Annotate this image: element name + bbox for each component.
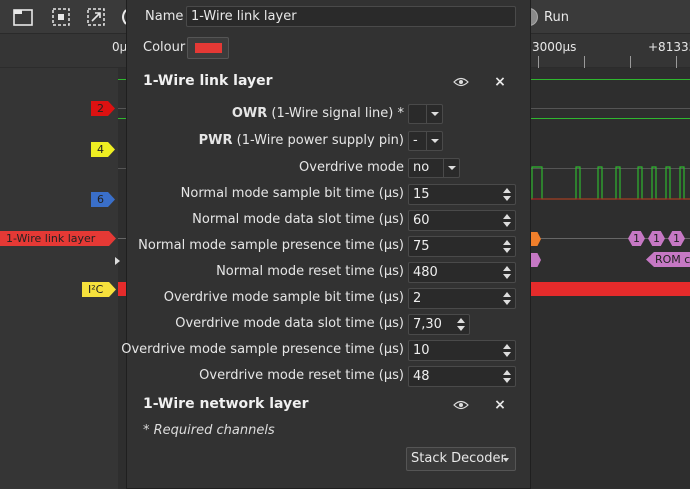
- eye-icon[interactable]: [453, 400, 469, 410]
- colour-swatch: [195, 43, 222, 53]
- close-icon[interactable]: ×: [494, 75, 506, 89]
- signal-label-1-wire-link-layer[interactable]: 1-Wire link layer: [0, 231, 116, 246]
- signal-label-i2c[interactable]: I²C: [82, 282, 116, 297]
- signal-label-2[interactable]: 2: [91, 101, 115, 116]
- overdrive-mode-select[interactable]: no: [408, 158, 460, 178]
- normal-data-slot-time-spinbox[interactable]: 60: [408, 210, 516, 231]
- field-label: Normal mode reset time (µs): [216, 264, 404, 279]
- overdrive-mode-label: Overdrive mode: [299, 160, 404, 175]
- chevron-down-icon: [503, 458, 509, 462]
- normal-reset-time-spinbox[interactable]: 480: [408, 262, 516, 283]
- ruler-tick: [584, 56, 585, 68]
- field-label: Normal mode sample presence time (µs): [138, 238, 404, 253]
- overdrive-data-slot-time-spinbox[interactable]: 7,30: [408, 314, 470, 335]
- link-layer-title: 1-Wire link layer: [143, 73, 273, 89]
- eye-icon[interactable]: [453, 77, 469, 87]
- signal-label-4[interactable]: 4: [91, 142, 115, 157]
- field-label: Normal mode data slot time (µs): [192, 212, 404, 227]
- name-input[interactable]: 1-Wire link layer: [186, 6, 516, 27]
- colour-button[interactable]: [187, 37, 229, 59]
- overdrive-sample-bit-time-spinbox[interactable]: 2: [408, 288, 516, 309]
- owr-row: OWR (1-Wire signal line) *: [127, 106, 530, 124]
- pwr-row: PWR (1-Wire power supply pin): [127, 133, 530, 151]
- decoder-settings-popup: Name 1-Wire link layer Colour 1-Wire lin…: [121, 0, 531, 489]
- overdrive-sample-presence-time-spinbox[interactable]: 10: [408, 340, 516, 361]
- signal-panel: 2 4 6 1-Wire link layer I²C: [0, 68, 120, 489]
- pwr-channel-select[interactable]: -: [408, 131, 443, 151]
- field-label: Normal mode sample bit time (µs): [180, 186, 404, 201]
- ruler-tick: [538, 56, 539, 68]
- bit-marker: 1: [648, 231, 665, 246]
- normal-sample-bit-time-spinbox[interactable]: 15: [408, 184, 516, 205]
- open-file-icon[interactable]: [12, 6, 34, 28]
- stack-decoder-button[interactable]: Stack Decoder: [406, 447, 516, 471]
- field-label: Overdrive mode reset time (µs): [199, 368, 404, 383]
- ruler-mid-label: 3000µs: [532, 40, 577, 54]
- required-channels-note: * Required channels: [143, 423, 275, 438]
- ruler-left-label: 0µ: [112, 40, 128, 54]
- ruler-tick: [630, 56, 631, 68]
- bit-marker: 1: [628, 231, 645, 246]
- bit-marker: 1: [668, 231, 685, 246]
- colour-label: Colour: [143, 40, 186, 55]
- expand-arrow-icon[interactable]: [115, 257, 120, 265]
- network-layer-title: 1-Wire network layer: [143, 396, 309, 412]
- owr-channel-select[interactable]: [408, 104, 443, 124]
- owr-label: OWR (1-Wire signal line) *: [231, 106, 404, 121]
- field-label: Overdrive mode sample presence time (µs): [121, 342, 404, 357]
- run-label: Run: [544, 9, 569, 25]
- close-icon[interactable]: ×: [494, 398, 506, 412]
- rom-annotation: ROM c: [646, 252, 690, 267]
- pwr-label: PWR (1-Wire power supply pin): [198, 133, 404, 148]
- name-label: Name: [145, 9, 184, 24]
- field-label: Overdrive mode sample bit time (µs): [163, 290, 404, 305]
- signal-label-6[interactable]: 6: [91, 192, 115, 207]
- digital-waveform: [528, 166, 690, 200]
- ruler-right-label: +81335: [648, 40, 690, 54]
- main-window: Run 0µ 3000µs +81335 1 1 1 ROM c 2 4 6: [0, 0, 690, 489]
- overdrive-reset-time-spinbox[interactable]: 48: [408, 366, 516, 387]
- zoom-fit-icon[interactable]: [50, 6, 72, 28]
- zoom-one-to-one-icon[interactable]: [85, 6, 107, 28]
- normal-sample-presence-time-spinbox[interactable]: 75: [408, 236, 516, 257]
- field-label: Overdrive mode data slot time (µs): [175, 316, 404, 331]
- ruler-tick: [676, 56, 677, 68]
